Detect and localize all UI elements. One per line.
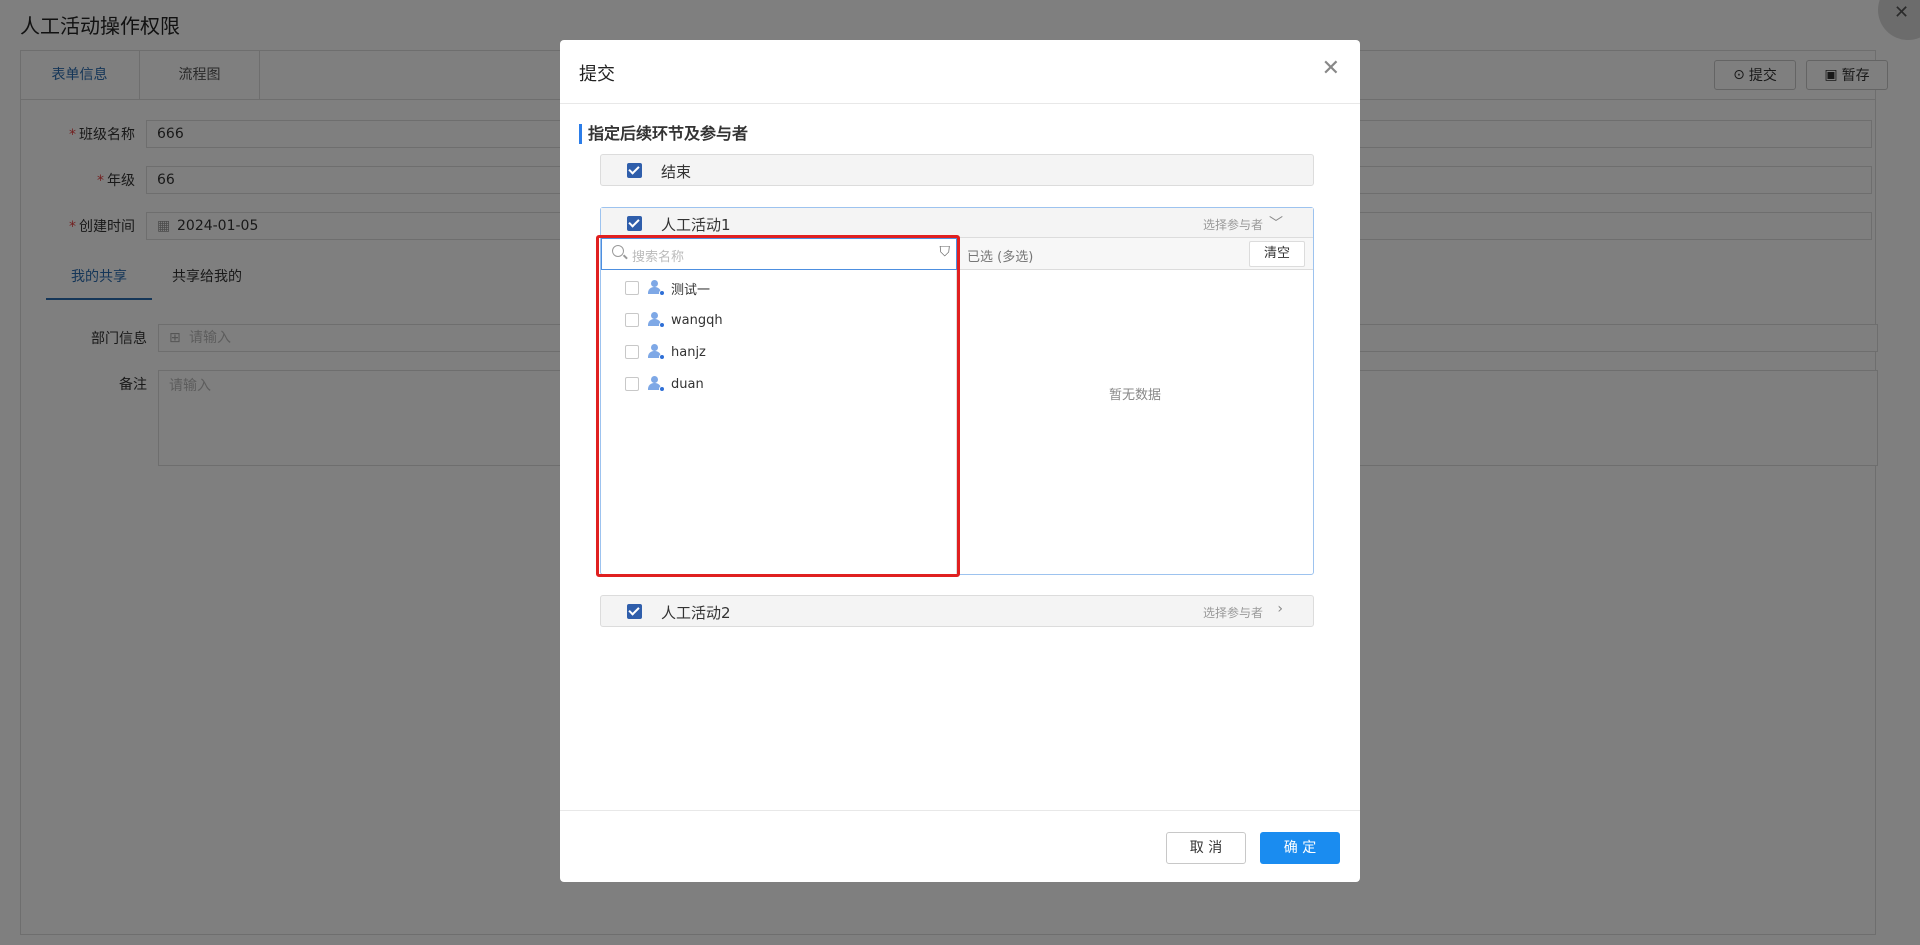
list-item[interactable]: wangqh bbox=[625, 310, 723, 330]
search-input[interactable]: 搜索名称 ⛉ bbox=[601, 238, 957, 270]
node-label: 人工活动1 bbox=[661, 216, 731, 234]
clear-button[interactable]: 清空 bbox=[1249, 241, 1305, 267]
search-icon bbox=[612, 245, 624, 257]
submit-dialog: 提交 ✕ 指定后续环节及参与者 结束 人工活动1 选择参与者 ﹀ 搜索名称 ⛉ … bbox=[560, 40, 1360, 882]
node-row-activity2[interactable]: 人工活动2 选择参与者 › bbox=[600, 595, 1314, 627]
node-label: 结束 bbox=[661, 163, 692, 181]
node-label: 人工活动2 bbox=[661, 604, 731, 622]
node-panel-activity1: 人工活动1 选择参与者 ﹀ 搜索名称 ⛉ 测试一 wangqh hanjz du… bbox=[600, 207, 1314, 575]
confirm-button[interactable]: 确 定 bbox=[1260, 832, 1340, 864]
chevron-right-icon[interactable]: › bbox=[1277, 601, 1283, 617]
list-item[interactable]: 测试一 bbox=[625, 278, 710, 298]
dialog-footer: 取 消 确 定 bbox=[560, 810, 1360, 882]
dialog-title: 提交 bbox=[579, 64, 615, 85]
node-row-activity1[interactable]: 人工活动1 选择参与者 ﹀ bbox=[601, 208, 1313, 238]
select-participants-link[interactable]: 选择参与者 bbox=[1203, 216, 1263, 233]
user-icon bbox=[647, 344, 665, 360]
node-end-checkbox[interactable] bbox=[627, 163, 642, 178]
section-title: 指定后续环节及参与者 bbox=[579, 124, 748, 144]
user-name: wangqh bbox=[671, 312, 723, 328]
user-name: duan bbox=[671, 376, 704, 392]
node-row-end[interactable]: 结束 bbox=[600, 154, 1314, 186]
node-activity2-checkbox[interactable] bbox=[627, 604, 642, 619]
selected-title: 已选 (多选) bbox=[967, 250, 1034, 265]
user-checkbox[interactable] bbox=[625, 281, 639, 295]
user-icon bbox=[647, 376, 665, 392]
user-icon bbox=[647, 280, 665, 296]
empty-state: 暂无数据 bbox=[1108, 388, 1161, 403]
list-item[interactable]: hanjz bbox=[625, 342, 706, 362]
user-checkbox[interactable] bbox=[625, 345, 639, 359]
select-participants-link[interactable]: 选择参与者 bbox=[1203, 604, 1263, 621]
list-item[interactable]: duan bbox=[625, 374, 704, 394]
user-icon bbox=[647, 312, 665, 328]
dialog-header: 提交 ✕ bbox=[560, 40, 1360, 104]
chevron-down-icon[interactable]: ﹀ bbox=[1269, 213, 1283, 233]
user-name: 测试一 bbox=[671, 282, 711, 298]
user-checkbox[interactable] bbox=[625, 377, 639, 391]
user-name: hanjz bbox=[671, 344, 706, 360]
selected-list-pane: 已选 (多选) 清空 暂无数据 bbox=[957, 238, 1313, 575]
cancel-button[interactable]: 取 消 bbox=[1166, 832, 1246, 864]
close-icon[interactable]: ✕ bbox=[1322, 56, 1340, 81]
filter-icon[interactable]: ⛉ bbox=[940, 244, 951, 260]
selected-header: 已选 (多选) 清空 bbox=[957, 238, 1313, 270]
user-checkbox[interactable] bbox=[625, 313, 639, 327]
candidate-list-pane: 搜索名称 ⛉ 测试一 wangqh hanjz duan bbox=[601, 238, 957, 575]
node-activity1-checkbox[interactable] bbox=[627, 216, 642, 231]
